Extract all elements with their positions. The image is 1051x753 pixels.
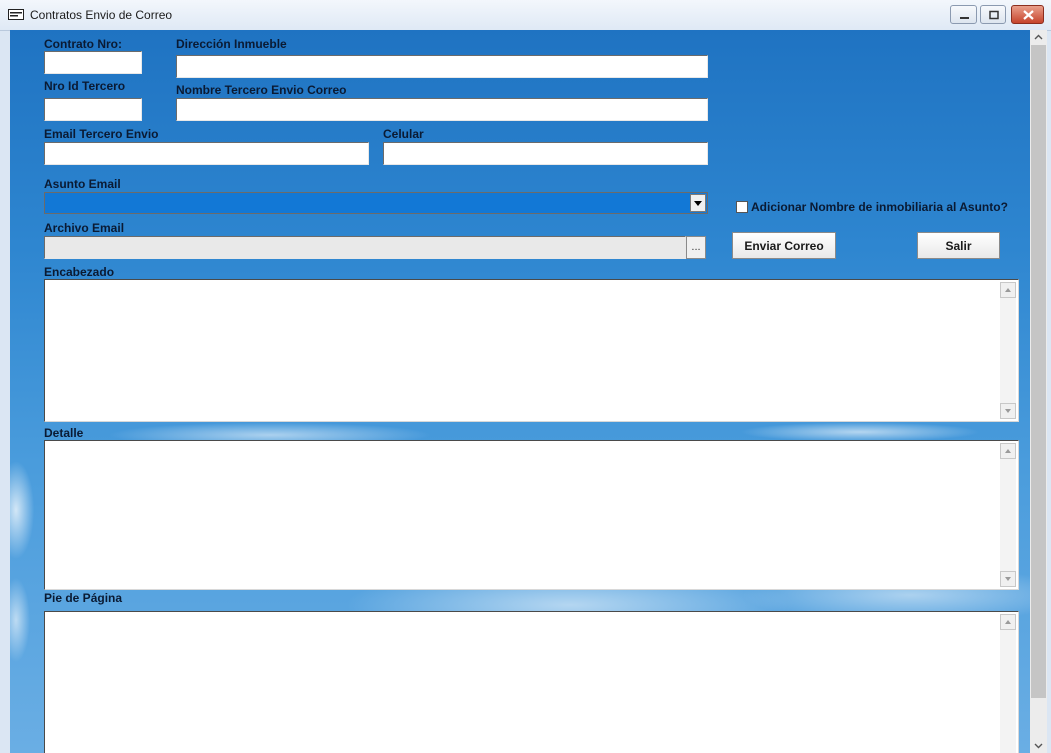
pie-pagina-textarea[interactable]: [47, 614, 998, 753]
encabezado-scrollbar[interactable]: [1000, 282, 1016, 419]
chevron-up-icon: [1005, 288, 1011, 292]
asunto-email-select[interactable]: [44, 192, 708, 214]
app-window: Contratos Envio de Correo Contrato Nro: …: [0, 0, 1051, 753]
salir-button[interactable]: Salir: [917, 232, 1000, 259]
scroll-up-button[interactable]: [1000, 443, 1016, 459]
contrato-nro-label: Contrato Nro:: [44, 37, 122, 51]
scroll-down-button[interactable]: [1000, 571, 1016, 587]
scroll-up-button[interactable]: [1000, 614, 1016, 630]
window-scrollbar[interactable]: [1030, 30, 1047, 753]
contrato-nro-input[interactable]: [44, 51, 142, 74]
detalle-label: Detalle: [44, 426, 84, 440]
encabezado-textarea[interactable]: [47, 282, 998, 419]
scroll-thumb[interactable]: [1031, 45, 1046, 698]
nro-id-tercero-label: Nro Id Tercero: [44, 79, 126, 93]
celular-label: Celular: [383, 127, 424, 141]
archivo-email-label: Archivo Email: [44, 221, 125, 235]
minimize-button[interactable]: [950, 5, 977, 24]
asunto-dropdown-button[interactable]: [690, 194, 706, 212]
email-tercero-label: Email Tercero Envio: [44, 127, 159, 141]
close-button[interactable]: [1011, 5, 1044, 24]
chevron-up-icon: [1005, 449, 1011, 453]
form-panel: Contrato Nro: Dirección Inmueble Nro Id …: [10, 30, 1030, 753]
direccion-inmueble-label: Dirección Inmueble: [176, 37, 287, 51]
adicionar-nombre-label: Adicionar Nombre de inmobiliaria al Asun…: [751, 200, 1008, 214]
pie-pagina-textarea-box: [44, 611, 1019, 753]
email-tercero-input[interactable]: [44, 142, 369, 165]
chevron-down-icon: [1005, 577, 1011, 581]
archivo-email-input[interactable]: [44, 236, 686, 259]
encabezado-textarea-box: [44, 279, 1019, 422]
chevron-up-icon[interactable]: [1030, 30, 1047, 45]
nombre-tercero-label: Nombre Tercero Envio Correo: [176, 83, 347, 97]
chevron-down-icon: [1005, 409, 1011, 413]
detalle-textarea-box: [44, 440, 1019, 590]
adicionar-nombre-checkbox[interactable]: [736, 201, 748, 213]
app-icon: [8, 9, 24, 20]
detalle-textarea[interactable]: [47, 443, 998, 587]
window-title: Contratos Envio de Correo: [30, 8, 173, 22]
scroll-down-button[interactable]: [1000, 403, 1016, 419]
encabezado-label: Encabezado: [44, 265, 115, 279]
nro-id-tercero-input[interactable]: [44, 98, 142, 121]
scroll-up-button[interactable]: [1000, 282, 1016, 298]
detalle-scrollbar[interactable]: [1000, 443, 1016, 587]
direccion-inmueble-input[interactable]: [176, 55, 708, 78]
title-bar: Contratos Envio de Correo: [0, 0, 1051, 31]
chevron-down-icon[interactable]: [1030, 738, 1047, 753]
celular-input[interactable]: [383, 142, 708, 165]
chevron-down-icon: [694, 201, 702, 206]
asunto-email-label: Asunto Email: [44, 177, 121, 191]
chevron-up-icon: [1005, 620, 1011, 624]
pie-pagina-label: Pie de Página: [44, 591, 123, 605]
minimize-icon: [960, 17, 969, 19]
browse-file-button[interactable]: ...: [686, 236, 706, 259]
enviar-correo-button[interactable]: Enviar Correo: [732, 232, 836, 259]
nombre-tercero-input[interactable]: [176, 98, 708, 121]
maximize-icon: [989, 10, 999, 20]
close-icon: [1023, 10, 1034, 20]
pie-pagina-scrollbar[interactable]: [1000, 614, 1016, 753]
maximize-button[interactable]: [980, 5, 1006, 24]
